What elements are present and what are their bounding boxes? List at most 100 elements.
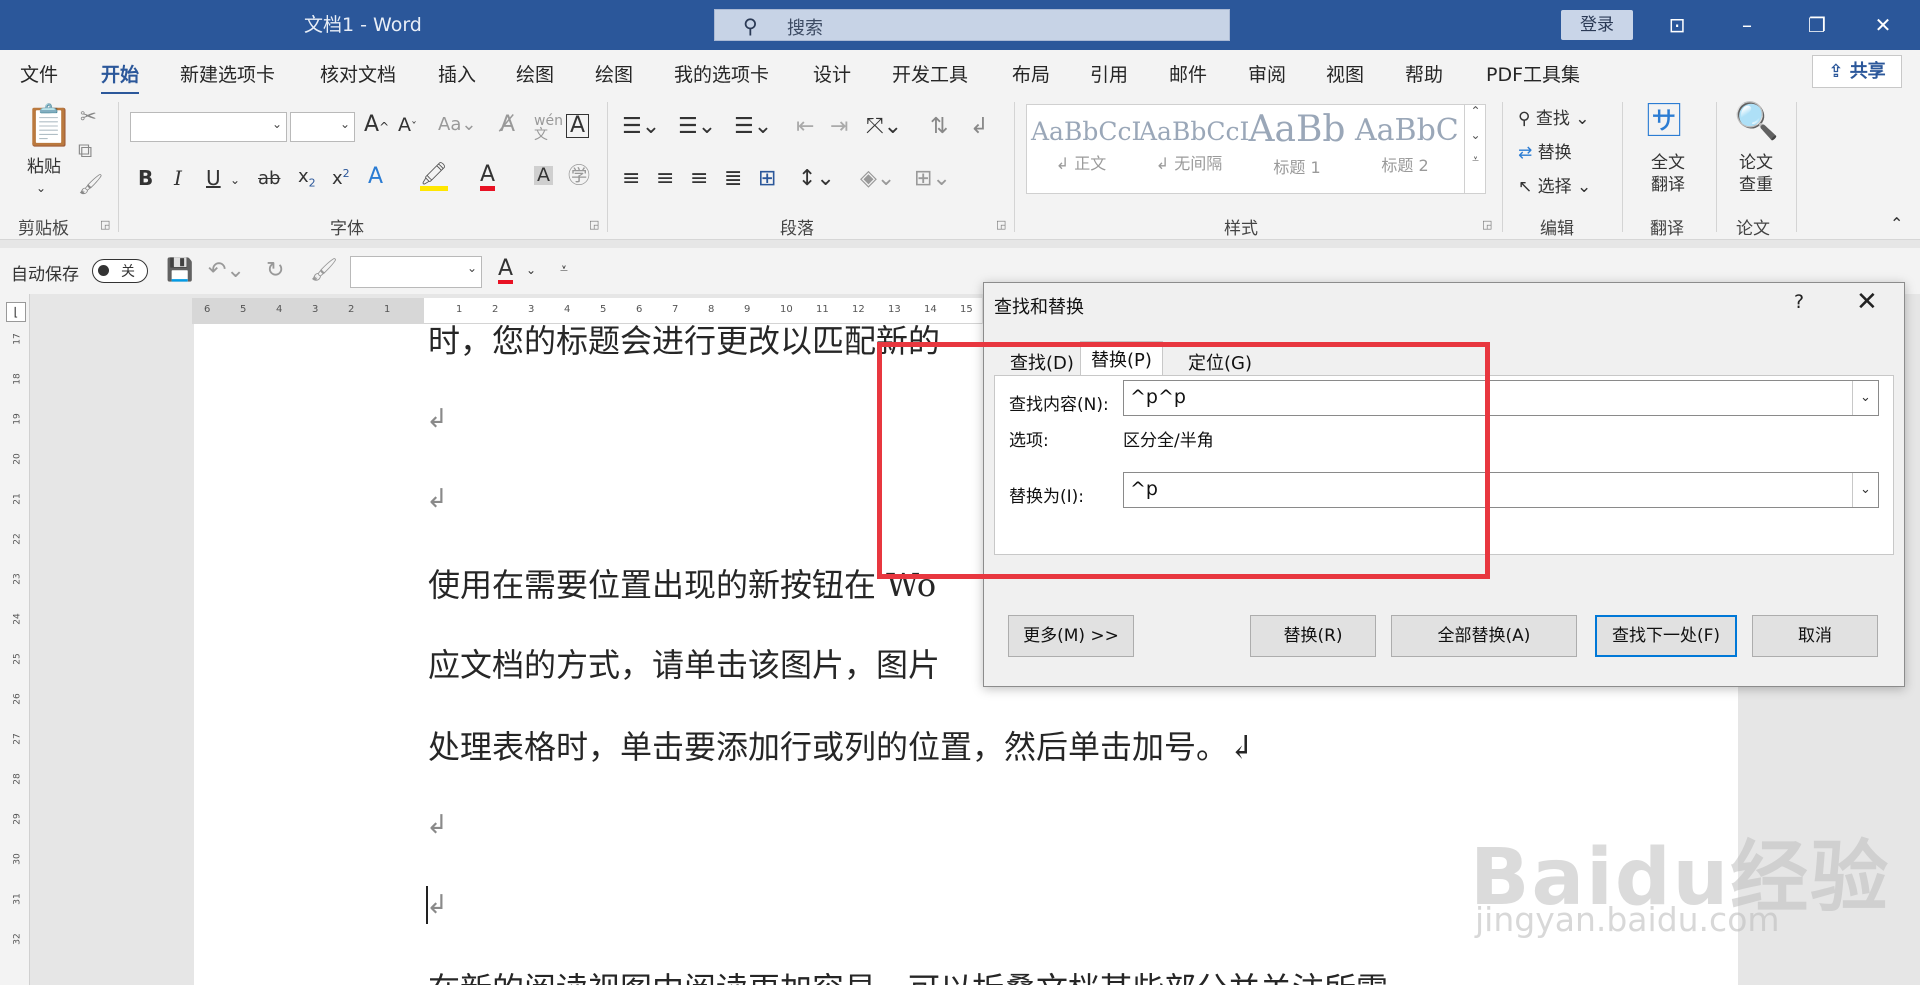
minimize-button[interactable]: –: [1727, 8, 1767, 42]
tab-view[interactable]: 视图: [1326, 60, 1364, 87]
increase-indent-icon[interactable]: ⇥: [830, 116, 848, 138]
paste-label[interactable]: 粘贴: [22, 156, 66, 178]
font-launcher-icon[interactable]: ◲: [589, 218, 599, 231]
ribbon-display-options-button[interactable]: ⊡: [1657, 8, 1697, 42]
sort-icon[interactable]: ⇅: [930, 116, 948, 138]
tab-insert[interactable]: 插入: [438, 60, 476, 87]
undo-icon[interactable]: ↶⌄: [208, 260, 245, 282]
tab-file[interactable]: 文件: [20, 60, 58, 87]
full-text-translate-button[interactable]: 全文 翻译: [1642, 152, 1694, 196]
tab-check-document[interactable]: 核对文档: [320, 60, 396, 87]
shrink-font-icon[interactable]: Aˇ: [398, 116, 417, 135]
bullets-icon[interactable]: ☰⌄: [622, 116, 660, 138]
enclose-characters-icon[interactable]: ㊫: [568, 166, 590, 188]
underline-icon[interactable]: U: [206, 168, 221, 188]
phonetic-guide-icon[interactable]: wén 文: [534, 114, 563, 142]
tab-review[interactable]: 审阅: [1248, 60, 1286, 87]
chevron-up-icon[interactable]: ⌃: [1465, 104, 1486, 118]
tab-mailings[interactable]: 邮件: [1169, 60, 1207, 87]
underline-dropdown-icon[interactable]: ⌄: [230, 174, 240, 186]
distributed-icon[interactable]: ⊞: [758, 168, 776, 190]
login-button[interactable]: 登录: [1561, 10, 1633, 40]
replace-all-button[interactable]: 全部替换(A): [1391, 615, 1577, 657]
tab-help[interactable]: 帮助: [1405, 60, 1443, 87]
close-window-button[interactable]: ✕: [1863, 8, 1903, 42]
styles-launcher-icon[interactable]: ◲: [1482, 218, 1492, 231]
change-case-icon[interactable]: Aa⌄: [438, 116, 476, 134]
chevron-down-icon[interactable]: ⌄: [1852, 381, 1878, 415]
clear-formatting-icon[interactable]: A̸: [500, 114, 515, 136]
share-button[interactable]: ⇪ 共享: [1812, 55, 1902, 88]
tab-draw-2[interactable]: 绘图: [595, 60, 633, 87]
font-size-combo[interactable]: ⌄: [290, 112, 355, 142]
shading-icon[interactable]: ◈⌄: [860, 168, 895, 190]
help-button[interactable]: ?: [1794, 291, 1804, 313]
clipboard-launcher-icon[interactable]: ◲: [100, 218, 110, 231]
italic-icon[interactable]: I: [174, 168, 182, 188]
paragraph-launcher-icon[interactable]: ◲: [996, 218, 1006, 231]
numbering-icon[interactable]: ☰⌄: [678, 116, 716, 138]
collapse-ribbon-icon[interactable]: ⌃: [1890, 216, 1903, 232]
styles-scroll[interactable]: ⌃ ⌄ ⩡: [1464, 104, 1486, 194]
restore-button[interactable]: ❐: [1797, 8, 1837, 42]
qat-font-color-dropdown-icon[interactable]: ⌄: [526, 264, 536, 276]
character-border-icon[interactable]: A: [566, 114, 590, 138]
align-right-icon[interactable]: ≡: [690, 168, 708, 190]
tab-draw-1[interactable]: 绘图: [516, 60, 554, 87]
document-line[interactable]: 处理表格时，单击要添加行或列的位置，然后单击加号。↲: [428, 722, 1255, 768]
font-name-combo[interactable]: ⌄: [130, 112, 287, 142]
justify-icon[interactable]: ≣: [724, 168, 742, 190]
tab-my-tab[interactable]: 我的选项卡: [674, 60, 769, 87]
grow-font-icon[interactable]: A^: [364, 114, 389, 136]
tab-new-tab[interactable]: 新建选项卡: [180, 60, 275, 87]
align-left-icon[interactable]: ≡: [622, 168, 640, 190]
tab-references[interactable]: 引用: [1090, 60, 1128, 87]
style-no-spacing[interactable]: AaBbCcI ↲ 无间隔: [1139, 109, 1249, 189]
format-painter-icon[interactable]: 🖌: [78, 174, 103, 194]
font-color-icon[interactable]: A: [480, 164, 496, 191]
cut-icon[interactable]: ✂: [80, 106, 97, 126]
find-button[interactable]: ⚲ 查找 ⌄: [1518, 104, 1590, 129]
paste-icon[interactable]: 📋: [24, 106, 74, 146]
decrease-indent-icon[interactable]: ⇤: [796, 116, 814, 138]
bold-icon[interactable]: B: [138, 168, 153, 188]
tab-design[interactable]: 设计: [813, 60, 851, 87]
qat-font-color-icon[interactable]: A: [498, 258, 514, 284]
search-box[interactable]: ⚲ 搜索: [714, 9, 1230, 41]
cancel-button[interactable]: 取消: [1752, 615, 1878, 657]
dialog-close-button[interactable]: ✕: [1856, 287, 1878, 317]
style-heading-2[interactable]: AaBbC 标题 2: [1355, 109, 1459, 189]
strikethrough-icon[interactable]: ab: [258, 170, 280, 188]
customize-qat-icon[interactable]: ⩡: [560, 262, 568, 276]
character-shading-icon[interactable]: A: [534, 166, 553, 185]
save-icon[interactable]: 💾: [166, 260, 193, 282]
copy-icon[interactable]: ⧉: [78, 140, 92, 160]
chevron-down-icon[interactable]: ⌄: [1465, 128, 1486, 142]
tab-home[interactable]: 开始: [101, 60, 140, 95]
paste-dropdown-icon[interactable]: ⌄: [36, 182, 46, 194]
tab-pdf-tools[interactable]: PDF工具集: [1486, 60, 1580, 87]
highlight-icon[interactable]: 🖍: [420, 164, 448, 191]
redo-icon[interactable]: ↻: [266, 260, 284, 282]
style-heading-1[interactable]: AaBb 标题 1: [1247, 109, 1347, 189]
multilevel-list-icon[interactable]: ☰⌄: [734, 116, 772, 138]
text-effects-icon[interactable]: A: [368, 166, 383, 188]
document-line[interactable]: 应文档的方式，请单击该图片，图片: [428, 640, 940, 686]
tab-developer[interactable]: 开发工具: [892, 60, 968, 87]
paper-check-icon[interactable]: 🔍: [1734, 104, 1779, 140]
autosave-toggle[interactable]: 关: [92, 259, 148, 283]
document-line[interactable]: 使用在需要位置出现的新按钮在 Wo: [428, 560, 936, 606]
document-line[interactable]: 时，您的标题会进行更改以匹配新的: [428, 316, 940, 362]
borders-icon[interactable]: ⊞⌄: [914, 168, 951, 190]
line-spacing-icon[interactable]: ↕⌄: [798, 168, 835, 190]
paper-check-button[interactable]: 论文 查重: [1730, 152, 1782, 196]
more-styles-icon[interactable]: ⩡: [1465, 152, 1486, 167]
tab-layout[interactable]: 布局: [1012, 60, 1050, 87]
chinese-layout-icon[interactable]: ⤧⌄: [866, 116, 902, 138]
find-next-button[interactable]: 查找下一处(F): [1595, 615, 1737, 657]
show-marks-icon[interactable]: ↲: [970, 116, 988, 138]
subscript-icon[interactable]: x2: [298, 168, 316, 189]
format-painter-qat-icon[interactable]: 🖌: [310, 260, 338, 282]
superscript-icon[interactable]: x2: [332, 168, 350, 188]
align-center-icon[interactable]: ≡: [656, 168, 674, 190]
